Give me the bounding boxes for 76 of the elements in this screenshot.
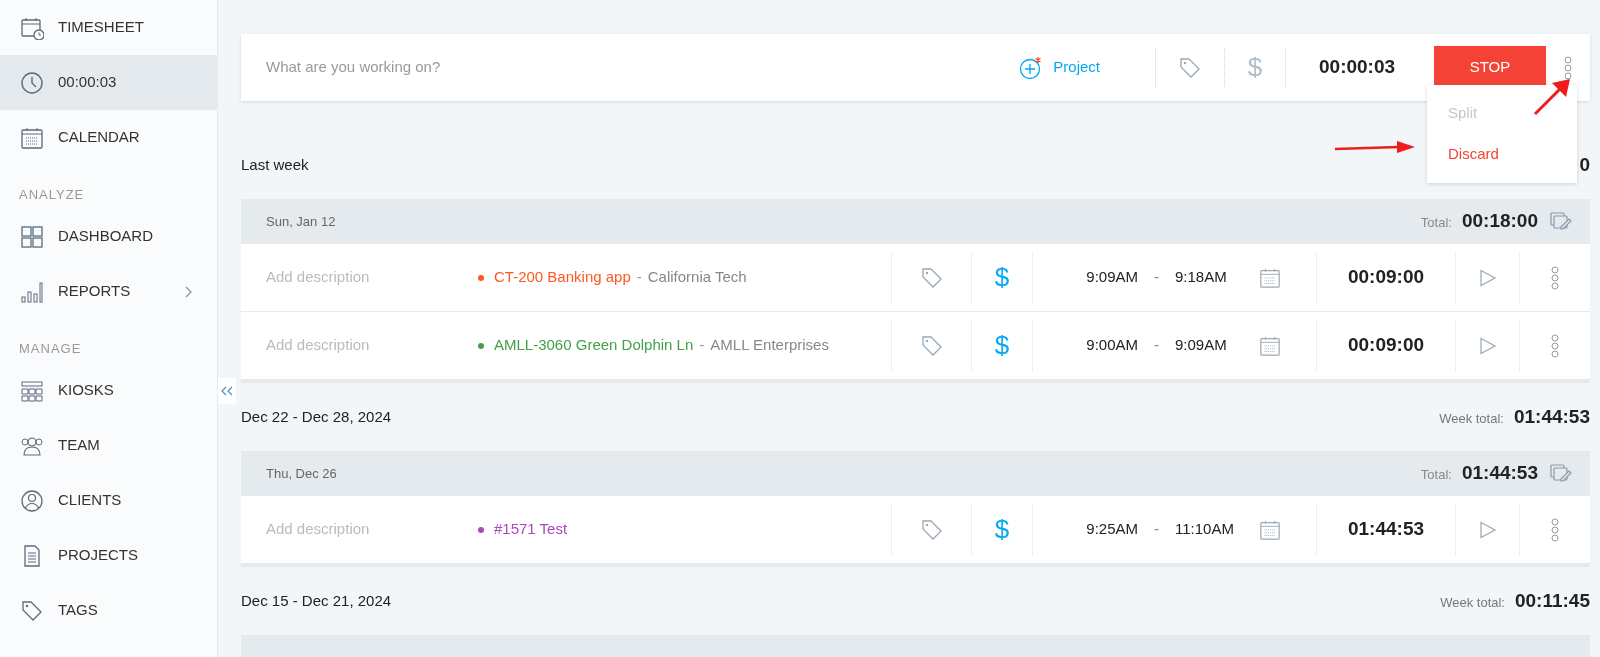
start-time[interactable]: 9:00AM xyxy=(1050,334,1138,357)
entry-duration[interactable]: 01:44:53 xyxy=(1317,515,1455,544)
kebab-menu-icon xyxy=(1551,333,1559,358)
end-time[interactable]: 11:10AM xyxy=(1175,518,1235,541)
time-separator: - xyxy=(1154,267,1159,288)
play-icon xyxy=(1478,268,1497,287)
kebab-menu-icon xyxy=(1551,265,1559,290)
entry-duration[interactable]: 00:09:00 xyxy=(1317,331,1455,360)
tag-icon xyxy=(919,333,944,358)
description-input[interactable]: Add description xyxy=(266,266,466,289)
separator-dash: - xyxy=(699,335,705,356)
tag-icon xyxy=(919,265,944,290)
week-title: Dec 15 - Dec 21, 2024 xyxy=(241,590,392,611)
annotation-arrow xyxy=(1533,79,1570,116)
week-title: Last week xyxy=(241,154,309,175)
start-time[interactable]: 9:25AM xyxy=(1050,518,1138,541)
sidebar-item[interactable]: TEAM xyxy=(0,418,217,473)
tag-icon xyxy=(20,598,44,623)
bar-chart-icon xyxy=(20,279,44,304)
start-time[interactable]: 9:09AM xyxy=(1050,266,1138,289)
sidebar-item[interactable]: PROJECTS xyxy=(0,528,217,583)
end-time[interactable]: 9:09AM xyxy=(1175,334,1235,357)
description-input[interactable]: Add description xyxy=(266,334,466,357)
project-name[interactable]: #1571 Test xyxy=(494,518,568,541)
sidebar-item[interactable]: DASHBOARD xyxy=(0,209,217,264)
calendar-icon xyxy=(1259,266,1281,289)
edit-copy-icon xyxy=(1550,463,1572,484)
grid-icon xyxy=(20,224,44,249)
calendar-icon xyxy=(1259,334,1281,357)
calendar-icon xyxy=(20,125,44,150)
day-total: 00:18:00 xyxy=(1461,209,1538,234)
day-total-label: Total: xyxy=(1420,466,1452,485)
description-input[interactable]: Add description xyxy=(266,518,466,541)
day-total: 01:44:53 xyxy=(1461,461,1538,486)
menu-item[interactable]: Discard xyxy=(1427,134,1577,175)
day-total-label: Total: xyxy=(1420,214,1452,233)
play-icon xyxy=(1478,520,1497,539)
week-total: 0 xyxy=(1579,152,1590,177)
timer-duration: 00:00:03 xyxy=(1319,55,1397,80)
week-total-label: Week total: xyxy=(1440,593,1505,612)
client-name: AMLL Enterprises xyxy=(710,335,829,356)
end-time[interactable]: 9:18AM xyxy=(1175,266,1235,289)
sidebar-item[interactable]: KIOSKS xyxy=(0,363,217,418)
week-total: 00:11:45 xyxy=(1515,588,1590,613)
time-separator: - xyxy=(1154,519,1159,540)
play-icon xyxy=(1478,336,1497,355)
section-label: MANAGE xyxy=(19,341,82,356)
edit-copy-icon xyxy=(1550,211,1572,232)
client-name: California Tech xyxy=(647,267,747,288)
calendar-clock-icon xyxy=(20,15,44,40)
tag-icon xyxy=(1178,55,1202,80)
collapse-sidebar-button[interactable] xyxy=(218,378,236,404)
kebab-menu-icon xyxy=(1551,517,1559,542)
time-separator: - xyxy=(1154,335,1159,356)
sidebar-item[interactable]: TAGS xyxy=(0,583,217,638)
sidebar-item[interactable]: REPORTS xyxy=(0,264,217,319)
calendar-icon xyxy=(1259,518,1281,541)
tag-icon xyxy=(919,517,944,542)
sidebar-item[interactable]: CLIENTS xyxy=(0,473,217,528)
description-input[interactable]: What are you working on? xyxy=(266,56,966,79)
user-circle-icon xyxy=(20,488,44,513)
double-chevron-left-icon xyxy=(221,386,233,396)
week-total: 01:44:53 xyxy=(1513,404,1590,429)
entry-duration[interactable]: 00:09:00 xyxy=(1317,263,1455,292)
kebab-menu-icon xyxy=(1564,55,1572,80)
sidebar-item[interactable]: 00:00:03 xyxy=(0,55,217,110)
week-title: Dec 22 - Dec 28, 2024 xyxy=(241,406,392,427)
day-date: Sun, Jan 12 xyxy=(266,212,337,231)
day-date: Thu, Dec 26 xyxy=(266,464,338,483)
separator-dash: - xyxy=(636,267,642,288)
sidebar-item[interactable]: CALENDAR xyxy=(0,110,217,165)
section-label: ANALYZE xyxy=(19,187,85,202)
sidebar-item[interactable]: TIMESHEET xyxy=(0,0,217,55)
week-total-label: Week total: xyxy=(1439,409,1504,428)
clock-icon xyxy=(20,70,44,95)
table-grid-icon xyxy=(20,378,44,403)
